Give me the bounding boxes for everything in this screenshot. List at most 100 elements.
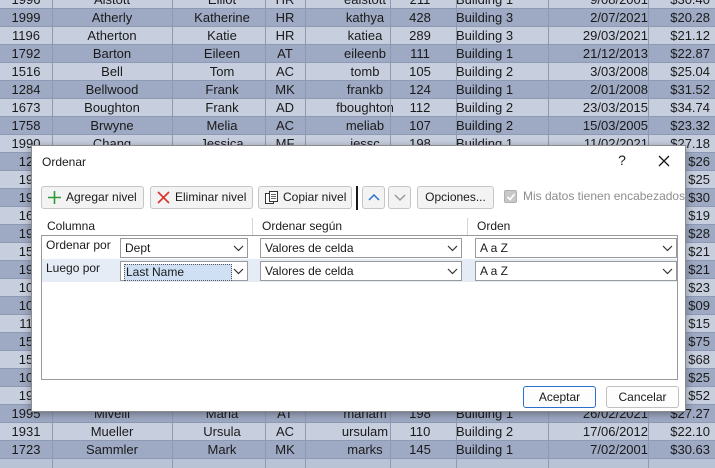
column-select[interactable]: Dept xyxy=(120,238,248,258)
sheet-cell[interactable]: 2/07/2021 xyxy=(548,9,648,27)
cancel-button[interactable]: Cancelar xyxy=(606,386,679,408)
sheet-cell[interactable]: Alstott xyxy=(52,0,172,9)
sheet-cell[interactable]: 15/03/2005 xyxy=(548,117,648,135)
sheet-cell[interactable]: $34.74 xyxy=(648,99,714,117)
copy-level-button[interactable]: Copiar nivel xyxy=(258,186,352,209)
sheet-cell[interactable]: 1996 xyxy=(0,0,52,9)
sheet-cell[interactable]: $23.32 xyxy=(648,117,714,135)
sheet-cell[interactable]: $20.28 xyxy=(648,9,714,27)
sheet-cell[interactable]: MK xyxy=(265,441,305,459)
sheet-row[interactable]: 1931 Mueller Ursula AC ursulam 110 Building 21… xyxy=(0,423,715,441)
sheet-cell[interactable]: 9/08/2001 xyxy=(548,0,648,9)
column-select[interactable]: Last Name xyxy=(120,261,248,281)
sheet-cell[interactable]: 1792 xyxy=(0,45,52,63)
sheet-cell[interactable]: 428 xyxy=(390,9,450,27)
sheet-cell[interactable]: 110 xyxy=(390,423,450,441)
sheet-row[interactable]: 1999 Atherly Katherine HR kathya 428 Building … xyxy=(0,9,715,27)
sheet-cell[interactable]: Tom xyxy=(172,63,272,81)
sheet-cell[interactable]: 21/12/2013 xyxy=(548,45,648,63)
sheet-row[interactable]: 1284 Bellwood Frank MK frankb 124 Building 1 2/… xyxy=(0,81,715,99)
sheet-row[interactable]: 1516 Bell Tom AC tomb 105 Building 2 3/03/2008 $… xyxy=(0,63,715,81)
sheet-cell[interactable]: Melia xyxy=(172,117,272,135)
sheet-cell[interactable]: 1516 xyxy=(0,63,52,81)
sheet-cell[interactable]: $30.40 xyxy=(648,0,714,9)
sheet-cell[interactable]: 1673 xyxy=(0,99,52,117)
order-select[interactable]: A a Z xyxy=(475,238,677,258)
sheet-cell[interactable]: Ursula xyxy=(172,423,272,441)
sheet-cell[interactable]: Brwyne xyxy=(52,117,172,135)
sheet-cell[interactable]: HR xyxy=(265,9,305,27)
help-button[interactable]: ? xyxy=(613,152,631,168)
sheet-cell[interactable]: $25.04 xyxy=(648,63,714,81)
move-down-button[interactable] xyxy=(388,186,411,209)
sheet-row[interactable]: 1758 Brwyne Melia AC meliab 107 Building 2 15/0… xyxy=(0,117,715,135)
sheet-cell[interactable]: 1999 xyxy=(0,9,52,27)
sheet-cell[interactable]: $22.87 xyxy=(648,45,714,63)
sort-level-row-selected[interactable]: Luego por Last Name Valores de celda A a… xyxy=(42,259,677,282)
sheet-cell[interactable]: Frank xyxy=(172,81,272,99)
sheet-row[interactable]: 1792 Barton Eileen AT eileenb 111 Building 1 21… xyxy=(0,45,715,63)
add-level-button[interactable]: Agregar nivel xyxy=(41,186,144,209)
close-button[interactable] xyxy=(654,151,674,171)
sheet-row[interactable]: 1673 Boughton Frank AD fboughton 112 Building … xyxy=(0,99,715,117)
sheet-cell[interactable]: 211 xyxy=(390,0,450,9)
sheet-cell[interactable]: HR xyxy=(265,27,305,45)
sheet-cell[interactable]: 17/06/2012 xyxy=(548,423,648,441)
sheet-row[interactable]: 1196 Atherton Katie HR katiea 289 Building 3 29… xyxy=(0,27,715,45)
sheet-cell[interactable]: AT xyxy=(265,45,305,63)
sheet-cell[interactable]: 1758 xyxy=(0,117,52,135)
sheet-cell[interactable]: 29/03/2021 xyxy=(548,27,648,45)
sheet-cell[interactable]: MK xyxy=(265,81,305,99)
sheet-cell[interactable]: Eileen xyxy=(172,45,272,63)
sheet-cell[interactable]: AC xyxy=(265,117,305,135)
sheet-cell[interactable]: 3/03/2008 xyxy=(548,63,648,81)
sheet-cell[interactable]: Atherly xyxy=(52,9,172,27)
delete-level-button[interactable]: Eliminar nivel xyxy=(150,186,253,209)
sheet-cell[interactable]: HR xyxy=(265,0,305,9)
sheet-cell[interactable]: 105 xyxy=(390,63,450,81)
sheet-cell[interactable]: $21.12 xyxy=(648,27,714,45)
sheet-cell[interactable]: AD xyxy=(265,99,305,117)
sheet-cell[interactable]: Bellwood xyxy=(52,81,172,99)
sort-on-select[interactable]: Valores de celda xyxy=(260,238,462,258)
sheet-cell[interactable]: Atherton xyxy=(52,27,172,45)
sheet-row[interactable]: 1996AlstottElliotHRealstott211Building 1… xyxy=(0,0,715,9)
sheet-cell[interactable]: Mueller xyxy=(52,423,172,441)
sheet-cell[interactable]: 7/02/2001 xyxy=(548,441,648,459)
sheet-cell[interactable]: 1931 xyxy=(0,423,52,441)
sheet-cell[interactable]: Elliot xyxy=(172,0,272,9)
sheet-cell[interactable]: 289 xyxy=(390,27,450,45)
sheet-cell[interactable]: $22.10 xyxy=(648,423,714,441)
sheet-cell[interactable]: $30.63 xyxy=(648,441,714,459)
sheet-cell[interactable]: 1284 xyxy=(0,81,52,99)
sheet-cell[interactable]: 111 xyxy=(390,45,450,63)
sheet-cell[interactable]: Sammler xyxy=(52,441,172,459)
ok-button[interactable]: Aceptar xyxy=(523,386,596,408)
sheet-cell[interactable]: Katie xyxy=(172,27,272,45)
sheet-cell[interactable]: 2/01/2008 xyxy=(548,81,648,99)
sheet-cell[interactable]: 112 xyxy=(390,99,450,117)
sort-on-select[interactable]: Valores de celda xyxy=(260,261,462,281)
column-select-value: Dept xyxy=(125,241,151,255)
sheet-cell[interactable]: Boughton xyxy=(52,99,172,117)
sheet-row[interactable]: 1723 Sammler Mark MK marks 145 Building 1 7/02/… xyxy=(0,441,715,459)
move-up-button[interactable] xyxy=(362,186,385,209)
sheet-cell[interactable]: Bell xyxy=(52,63,172,81)
sheet-cell[interactable]: 124 xyxy=(390,81,450,99)
sheet-cell[interactable]: Barton xyxy=(52,45,172,63)
sort-level-row[interactable]: Ordenar por Dept Valores de celda A a Z xyxy=(42,236,677,259)
sheet-cell[interactable]: AC xyxy=(265,423,305,441)
sheet-cell[interactable]: 1723 xyxy=(0,441,52,459)
headers-checkbox[interactable] xyxy=(504,190,517,203)
sheet-cell[interactable]: Frank xyxy=(172,99,272,117)
sheet-cell[interactable]: AC xyxy=(265,63,305,81)
sheet-cell[interactable]: 23/03/2015 xyxy=(548,99,648,117)
options-button[interactable]: Opciones... xyxy=(417,186,494,209)
sheet-cell[interactable]: 107 xyxy=(390,117,450,135)
sheet-cell[interactable]: 1196 xyxy=(0,27,52,45)
sheet-cell[interactable]: 145 xyxy=(390,441,450,459)
sheet-cell[interactable]: $31.52 xyxy=(648,81,714,99)
order-select[interactable]: A a Z xyxy=(475,261,677,281)
sheet-cell[interactable]: Katherine xyxy=(172,9,272,27)
sheet-cell[interactable]: Mark xyxy=(172,441,272,459)
